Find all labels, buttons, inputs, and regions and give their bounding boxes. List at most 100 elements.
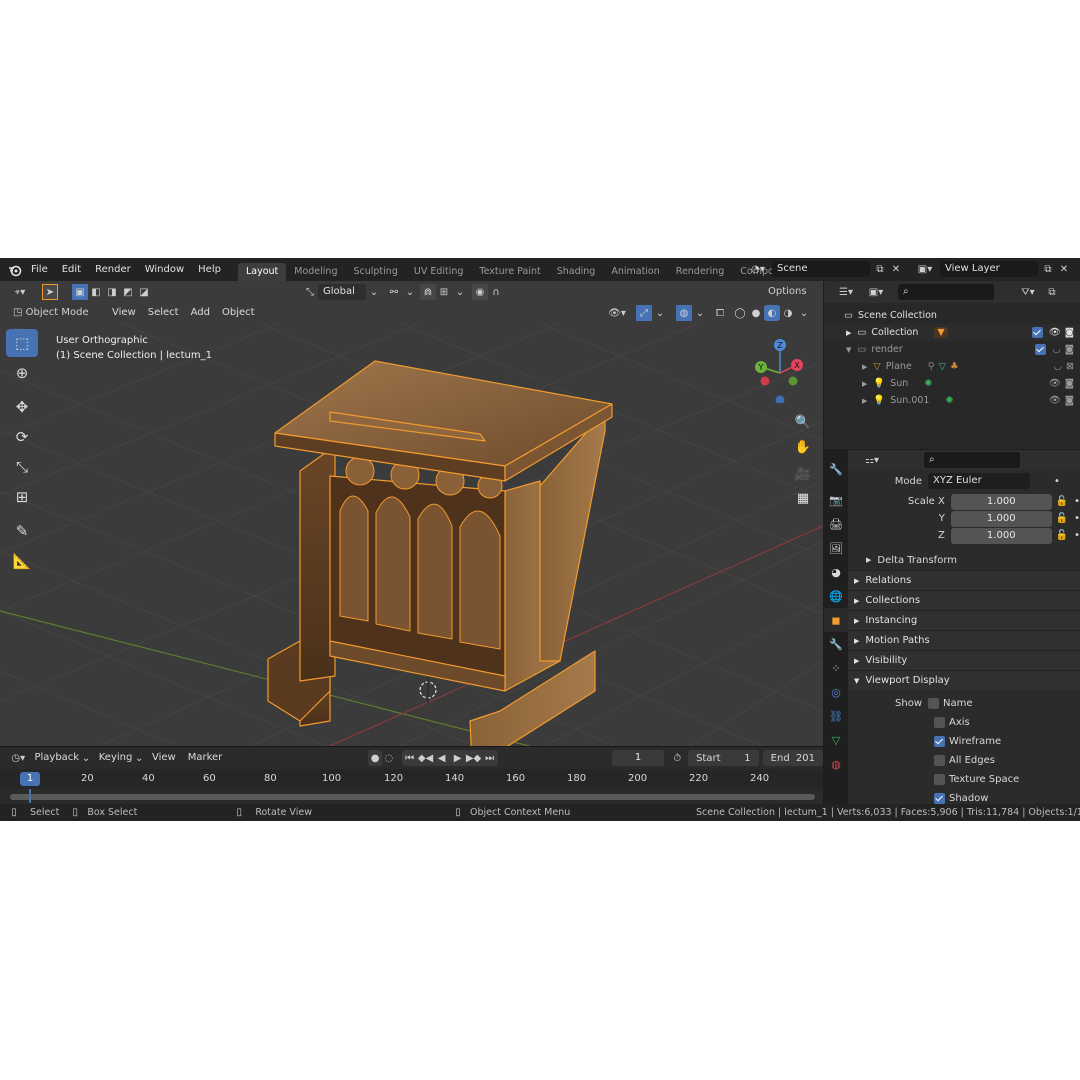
mesh-triangle-icon[interactable]: ▼ — [934, 327, 948, 338]
sun-data-icon[interactable]: ✺ — [924, 378, 932, 389]
panel-visibility[interactable]: ▶ Visibility — [848, 650, 1080, 670]
panel-relations[interactable]: ▶ Relations — [848, 570, 1080, 590]
outliner-row-plane[interactable]: ▶ ▽ Plane ⚲ ▽ ♣ ◡ ⊠ — [824, 358, 1080, 375]
menu-help[interactable]: Help — [191, 258, 228, 281]
properties-editor-icon[interactable]: ⚏▾ — [860, 452, 884, 468]
play-icon[interactable]: ▶ — [450, 750, 466, 766]
select-tool-icon[interactable]: ➤ — [42, 284, 58, 300]
keyframe-dot-icon[interactable]: • — [1054, 476, 1060, 487]
tool-tab-icon[interactable]: 🔧 — [824, 450, 848, 488]
tab-sculpting[interactable]: Sculpting — [345, 263, 405, 281]
outliner-row-scene-collection[interactable]: ▭ Scene Collection — [824, 307, 1080, 324]
menu-add[interactable]: Add — [185, 304, 216, 322]
navigation-gizmo[interactable]: Z X Y — [745, 333, 815, 403]
tab-layout[interactable]: Layout — [237, 263, 287, 281]
eye-icon[interactable]: 👁 — [1049, 327, 1061, 338]
menu-edit[interactable]: Edit — [55, 258, 88, 281]
object-tab-icon[interactable]: ◼ — [824, 608, 848, 632]
tab-shading[interactable]: Shading — [549, 263, 604, 281]
remove-scene-icon[interactable]: ✕ — [888, 261, 904, 277]
sun-data-icon[interactable]: ✺ — [945, 395, 953, 406]
move-tool-icon[interactable]: ✥ — [6, 393, 38, 421]
timeline-scrollbar[interactable] — [10, 794, 815, 800]
annotate-tool-icon[interactable]: ✎ — [6, 517, 38, 545]
view-layer-tab-icon[interactable]: 🖼 — [824, 536, 848, 560]
wireframe-checkbox[interactable] — [934, 736, 945, 747]
eye-closed-icon[interactable]: ◡ — [1054, 361, 1062, 372]
data-tab-icon[interactable]: ▽ — [824, 728, 848, 752]
ortho-toggle-icon[interactable]: ▦ — [792, 487, 814, 509]
expand-arrow-icon[interactable]: ▶ — [862, 397, 867, 405]
expand-arrow-icon[interactable]: ▼ — [846, 346, 851, 354]
jump-start-icon[interactable]: ⏮ — [402, 750, 418, 766]
delta-transform-subpanel[interactable]: ▶ Delta Transform — [848, 550, 1080, 570]
mode-dropdown[interactable]: ◳ Object Mode ⌄ — [8, 305, 102, 334]
texture-space-checkbox[interactable] — [934, 774, 945, 785]
keyframe-dot-icon[interactable]: • — [1074, 530, 1080, 541]
outliner-search-field[interactable]: ⌕ — [898, 284, 994, 300]
options-dropdown[interactable]: Options — [763, 284, 812, 300]
panel-motion-paths[interactable]: ▶ Motion Paths — [848, 630, 1080, 650]
new-collection-icon[interactable]: ⧉ — [1042, 284, 1062, 300]
pan-hand-icon[interactable]: ✋ — [792, 436, 814, 458]
material-preview-icon[interactable]: ◐ — [764, 305, 780, 321]
outliner-editor-icon[interactable]: ☰▾ — [834, 284, 858, 300]
start-frame-field[interactable]: Start 1 — [688, 750, 759, 766]
menu-file[interactable]: File — [24, 258, 55, 281]
exclude-checkbox[interactable] — [1031, 327, 1043, 338]
scene-icon[interactable]: ◔▾ — [750, 261, 766, 277]
panel-collections[interactable]: ▶ Collections — [848, 590, 1080, 610]
menu-window[interactable]: Window — [138, 258, 191, 281]
shadow-checkbox[interactable] — [934, 793, 945, 804]
3d-viewport[interactable]: ⌖▾ ➤ ▣ ◧ ◨ ◩ ◪ ⤡ Global ⌄ ⚯ ⌄ ⋒ ⊞ ⌄ ◉ ∩ … — [0, 281, 823, 746]
intersect-selection-icon[interactable]: ◪ — [136, 284, 152, 300]
modifier-icon[interactable]: ⚲ — [928, 361, 935, 372]
subtract-selection-icon[interactable]: ◨ — [104, 284, 120, 300]
invert-selection-icon[interactable]: ◩ — [120, 284, 136, 300]
eye-icon[interactable]: 👁 — [1049, 395, 1061, 406]
panel-viewport-display[interactable]: ▼ Viewport Display — [848, 670, 1080, 690]
display-mode-icon[interactable]: ▣▾ — [864, 284, 888, 300]
vertex-groups-icon[interactable]: ▽ — [939, 361, 946, 372]
material-tab-icon[interactable]: ◍ — [824, 752, 848, 776]
physics-tab-icon[interactable]: ◎ — [824, 680, 848, 704]
new-view-layer-icon[interactable]: ⧉ — [1040, 261, 1056, 277]
keying-set-icon[interactable]: ◌ — [382, 750, 396, 766]
auto-keying-icon[interactable]: ● — [368, 750, 382, 766]
scale-x-field[interactable]: 1.000 — [950, 493, 1052, 510]
preview-range-icon[interactable]: ⏱ — [670, 750, 684, 766]
constraints-tab-icon[interactable]: ⛓ — [824, 704, 848, 728]
exclude-checkbox[interactable] — [1035, 344, 1047, 355]
particles-tab-icon[interactable]: ⁘ — [824, 656, 848, 680]
render-camera-icon[interactable]: ◙ — [1065, 344, 1074, 355]
outliner-row-sun-001[interactable]: ▶ 💡 Sun.001 ✺ 👁 ◙ — [824, 392, 1080, 409]
zoom-icon[interactable]: 🔍 — [792, 411, 814, 433]
next-keyframe-icon[interactable]: ▶◆ — [466, 750, 482, 766]
blender-logo-icon[interactable] — [6, 262, 24, 278]
jump-end-icon[interactable]: ⏭ — [482, 750, 498, 766]
menu-timeline-view[interactable]: View — [146, 749, 182, 767]
timeline-ruler[interactable]: 1 20 40 60 80 100 120 140 160 180 200 22… — [0, 769, 823, 789]
gizmo-toggle-icon[interactable]: ⤢ — [636, 305, 652, 321]
scale-y-field[interactable]: 1.000 — [950, 510, 1052, 527]
filter-icon[interactable]: ⛛▾ — [1016, 284, 1040, 300]
proportional-editing-icon[interactable]: ◉ — [472, 284, 488, 300]
scale-tool-icon[interactable]: ⤡ — [6, 453, 38, 481]
scene-tab-icon[interactable]: ◕ — [824, 560, 848, 584]
snap-target-icon[interactable]: ⊞ — [436, 284, 452, 300]
render-camera-icon[interactable]: ◙ — [1065, 327, 1074, 338]
camera-view-icon[interactable]: 🎥 — [792, 463, 814, 485]
lock-icon[interactable]: 🔓 — [1056, 513, 1068, 524]
playhead-frame[interactable]: 1 — [20, 772, 40, 786]
properties-search-field[interactable]: ⌕ — [924, 452, 1020, 468]
lock-icon[interactable]: 🔓 — [1056, 496, 1068, 507]
outliner-row-sun[interactable]: ▶ 💡 Sun ✺ 👁 ◙ — [824, 375, 1080, 392]
editor-type-icon[interactable]: ⌖▾ — [8, 284, 32, 300]
overlay-toggle-icon[interactable]: ◍ — [676, 305, 692, 321]
modifier-tab-icon[interactable]: 🔧 — [824, 632, 848, 656]
solid-shading-icon[interactable]: ● — [748, 305, 764, 321]
all-edges-checkbox[interactable] — [934, 755, 945, 766]
expand-arrow-icon[interactable]: ▶ — [862, 380, 867, 388]
rotate-tool-icon[interactable]: ⟳ — [6, 423, 38, 451]
eye-icon[interactable]: 👁 — [1049, 378, 1061, 389]
